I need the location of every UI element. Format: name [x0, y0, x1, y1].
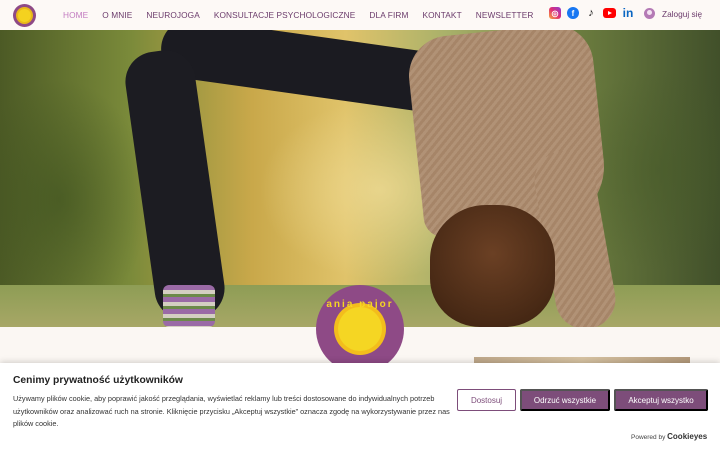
- social-links: ◎ f ♪ in: [549, 6, 640, 20]
- powered-by-label: Powered by: [631, 434, 666, 441]
- nav-item-home[interactable]: HOME: [63, 10, 88, 20]
- nav-item-newsletter[interactable]: NEWSLETTER: [476, 10, 534, 20]
- tiktok-icon[interactable]: ♪: [585, 7, 597, 19]
- site-logo[interactable]: [13, 4, 36, 27]
- instagram-icon[interactable]: ◎: [549, 7, 561, 19]
- reject-all-button[interactable]: Odrzuć wszystkie: [520, 389, 610, 411]
- customize-button[interactable]: Dostosuj: [457, 389, 516, 411]
- nav-item-kontakt[interactable]: KONTAKT: [422, 10, 461, 20]
- powered-by[interactable]: Powered by Cookieyes: [631, 432, 707, 441]
- nav-item-o-mnie[interactable]: O MNIE: [102, 10, 132, 20]
- login-label: Zaloguj się: [662, 8, 703, 19]
- facebook-icon[interactable]: f: [567, 7, 579, 19]
- main-nav: HOME O MNIE NEUROJOGA KONSULTACJE PSYCHO…: [63, 0, 547, 30]
- hero-figure-sock: [163, 285, 215, 327]
- cookie-title: Cenimy prywatność użytkowników: [13, 375, 183, 386]
- accept-all-button[interactable]: Akceptuj wszystko: [614, 389, 708, 411]
- sun-face-icon: [338, 307, 382, 351]
- hero-figure-hair: [430, 205, 555, 327]
- sun-logo-icon: [18, 9, 31, 22]
- badge-text: ania pajor: [326, 299, 394, 310]
- nav-item-neurojoga[interactable]: NEUROJOGA: [146, 10, 199, 20]
- linkedin-icon[interactable]: in: [622, 6, 634, 20]
- youtube-icon[interactable]: [603, 8, 616, 18]
- cookie-description: Używamy plików cookie, aby poprawić jako…: [13, 394, 450, 428]
- nav-item-konsultacje[interactable]: KONSULTACJE PSYCHOLOGICZNE: [214, 10, 356, 20]
- hero-image: [0, 30, 720, 327]
- user-avatar-icon: [644, 8, 655, 19]
- site-header: HOME O MNIE NEUROJOGA KONSULTACJE PSYCHO…: [0, 0, 720, 30]
- brand-badge: ania pajor: [316, 285, 404, 373]
- login-button[interactable]: Zaloguj się: [644, 8, 702, 19]
- cookie-banner: Cenimy prywatność użytkowników Używamy p…: [0, 363, 720, 450]
- nav-item-dla-firm[interactable]: DLA FIRM: [369, 10, 408, 20]
- cookieyes-brand: Cookieyes: [667, 432, 708, 441]
